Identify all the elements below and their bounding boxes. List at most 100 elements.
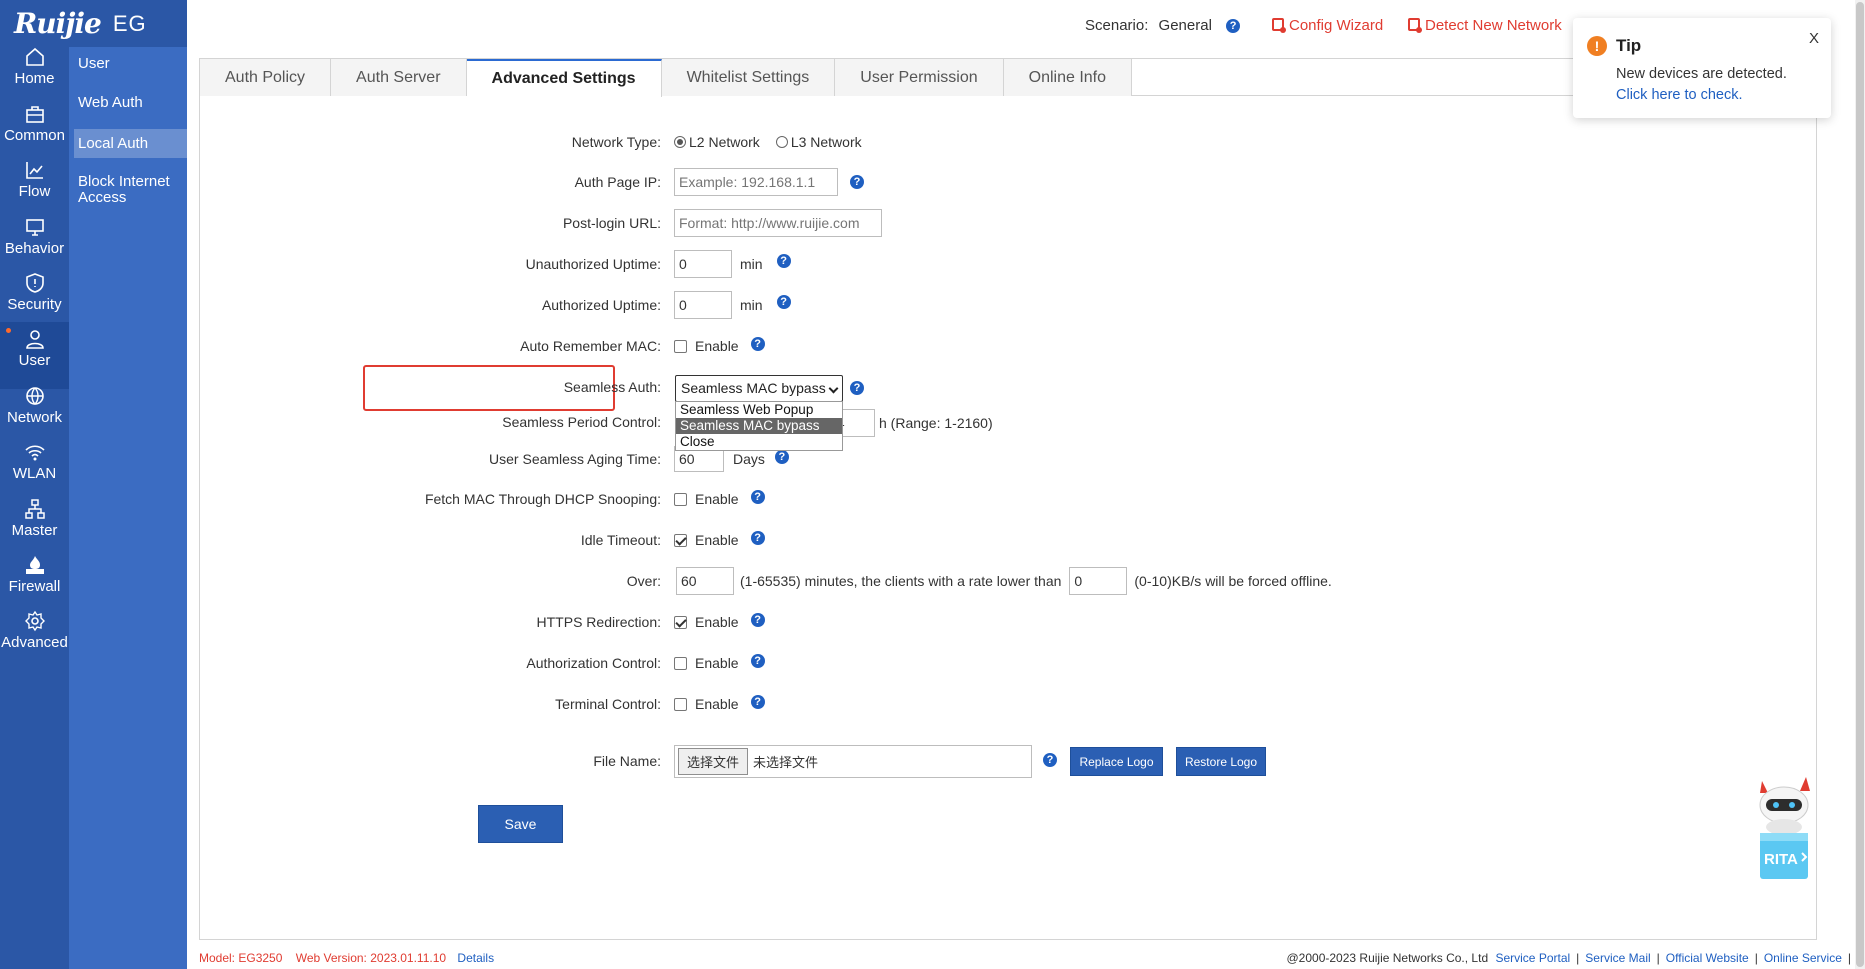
details-link[interactable]: Details — [457, 951, 494, 965]
wizard-icon — [1272, 18, 1286, 33]
tip-message: New devices are detected. — [1616, 66, 1787, 82]
idle-timeout-enable: Enable — [695, 532, 739, 548]
rita-assistant[interactable]: RITA — [1748, 771, 1820, 883]
replace-logo-button[interactable]: Replace Logo — [1070, 747, 1163, 776]
nav-common-label: Common — [4, 127, 65, 144]
auth-uptime-input[interactable] — [674, 291, 732, 319]
help-icon[interactable]: ? — [750, 613, 765, 627]
over-text-2: (0-10)KB/s will be forced offline. — [1134, 573, 1332, 589]
tab-user-permission[interactable]: User Permission — [835, 59, 1004, 96]
save-button[interactable]: Save — [478, 805, 563, 843]
brand-logo[interactable]: Ruijie EG — [0, 0, 187, 47]
file-input[interactable]: 选择文件 未选择文件 — [674, 745, 1032, 778]
https-redirect-checkbox[interactable] — [674, 615, 687, 629]
scenario-value[interactable]: General — [1159, 17, 1212, 34]
idle-timeout-checkbox[interactable] — [674, 533, 687, 547]
help-icon[interactable]: ? — [750, 337, 765, 351]
detect-icon — [1408, 18, 1422, 33]
post-login-url-label: Post-login URL: — [562, 215, 661, 231]
seamless-auth-select[interactable]: Seamless MAC bypass — [675, 375, 843, 402]
over-minutes-input[interactable] — [676, 567, 734, 595]
file-name-label: File Name: — [593, 753, 661, 769]
terminal-control-checkbox[interactable] — [674, 697, 687, 711]
tip-check-link[interactable]: Click here to check. — [1616, 85, 1787, 106]
tab-whitelist-settings[interactable]: Whitelist Settings — [661, 59, 836, 96]
brand-model: EG — [112, 10, 147, 36]
submenu-item-web-auth[interactable]: Web Auth — [69, 95, 187, 111]
unauth-uptime-input[interactable] — [674, 250, 732, 278]
fetch-mac-checkbox[interactable] — [674, 492, 687, 506]
https-redirect-label: HTTPS Redirection: — [536, 614, 661, 630]
restore-logo-button[interactable]: Restore Logo — [1176, 747, 1266, 776]
network-type-options: L2 Network L3 Network — [674, 127, 862, 157]
web-version: Web Version: 2023.01.11.10 — [295, 951, 447, 965]
close-icon[interactable]: X — [1809, 30, 1819, 47]
monitor-icon — [25, 219, 44, 236]
l3-network-radio[interactable] — [775, 136, 788, 148]
auto-remember-mac-checkbox[interactable] — [674, 339, 687, 353]
nav-advanced[interactable]: Advanced — [0, 604, 69, 671]
scrollbar-thumb[interactable] — [1856, 2, 1864, 967]
detect-network-label: Detect New Network — [1425, 17, 1562, 34]
terminal-control-enable: Enable — [695, 696, 739, 712]
globe-icon — [25, 387, 44, 405]
auth-control-enable: Enable — [695, 655, 739, 671]
help-icon[interactable]: ? — [750, 654, 765, 668]
tab-auth-policy[interactable]: Auth Policy — [200, 59, 332, 96]
submenu: User Web Auth Local Auth Block Internet … — [69, 47, 187, 969]
auth-uptime-unit: min — [740, 297, 763, 313]
auto-remember-mac-label: Auto Remember MAC: — [520, 338, 661, 354]
service-portal-link[interactable]: Service Portal — [1495, 951, 1570, 965]
service-mail-link[interactable]: Service Mail — [1585, 951, 1650, 965]
scrollbar[interactable] — [1855, 0, 1865, 969]
help-icon[interactable]: ? — [850, 381, 864, 395]
dropdown-option-close[interactable]: Close — [676, 434, 842, 450]
submenu-item-local-auth[interactable]: Local Auth — [74, 129, 187, 158]
online-service-link[interactable]: Online Service — [1764, 951, 1842, 965]
over-row: Over: (1-65535) minutes, the clients wit… — [200, 566, 1332, 596]
help-icon[interactable]: ? — [1043, 753, 1057, 767]
submenu-item-user[interactable]: User — [69, 56, 187, 72]
nav-home-label: Home — [14, 70, 55, 87]
seamless-aging-label: User Seamless Aging Time: — [489, 451, 661, 467]
home-icon — [25, 47, 44, 66]
over-rate-input[interactable] — [1069, 567, 1128, 595]
gear-icon — [24, 610, 45, 632]
choose-file-button[interactable]: 选择文件 — [678, 748, 749, 775]
submenu-item-block-internet[interactable]: Block Internet Access — [69, 174, 187, 206]
l2-network-label: L2 Network — [689, 134, 760, 150]
detect-network-link[interactable]: Detect New Network — [1408, 17, 1562, 34]
help-icon[interactable]: ? — [1226, 19, 1241, 34]
help-icon[interactable]: ? — [750, 695, 765, 709]
help-icon[interactable]: ? — [750, 490, 765, 504]
tab-online-info[interactable]: Online Info — [1003, 59, 1133, 96]
config-wizard-label: Config Wizard — [1289, 17, 1384, 34]
tab-advanced-settings[interactable]: Advanced Settings — [466, 59, 662, 97]
tip-title: Tip — [1616, 36, 1642, 55]
model-info: Model: EG3250 — [199, 951, 283, 965]
auto-remember-mac-enable: Enable — [695, 338, 739, 354]
auth-control-checkbox[interactable] — [674, 656, 687, 670]
seamless-auth-label: Seamless Auth: — [563, 379, 661, 395]
l2-network-radio[interactable] — [674, 136, 686, 148]
official-website-link[interactable]: Official Website — [1666, 951, 1749, 965]
idle-timeout-label: Idle Timeout: — [580, 532, 661, 548]
nav-user-label: User — [18, 352, 51, 369]
l3-network-label: L3 Network — [790, 134, 862, 150]
fetch-mac-enable: Enable — [695, 491, 739, 507]
chart-icon — [25, 162, 43, 179]
help-icon[interactable]: ? — [774, 450, 789, 464]
post-login-url-input[interactable] — [674, 209, 882, 237]
dropdown-option-web-popup[interactable]: Seamless Web Popup — [676, 402, 842, 418]
brand-name: Ruijie — [14, 7, 102, 40]
dropdown-option-mac-bypass[interactable]: Seamless MAC bypass — [676, 418, 842, 434]
tab-auth-server[interactable]: Auth Server — [331, 59, 467, 96]
help-icon[interactable]: ? — [776, 254, 791, 268]
help-icon[interactable]: ? — [776, 295, 791, 309]
help-icon[interactable]: ? — [850, 175, 864, 189]
rita-label: RITA — [1764, 851, 1798, 868]
auth-page-ip-input[interactable] — [674, 168, 838, 196]
help-icon[interactable]: ? — [750, 531, 765, 545]
config-wizard-link[interactable]: Config Wizard — [1272, 17, 1383, 34]
network-type-row: Network Type: L2 Network L3 Network — [200, 127, 1200, 157]
